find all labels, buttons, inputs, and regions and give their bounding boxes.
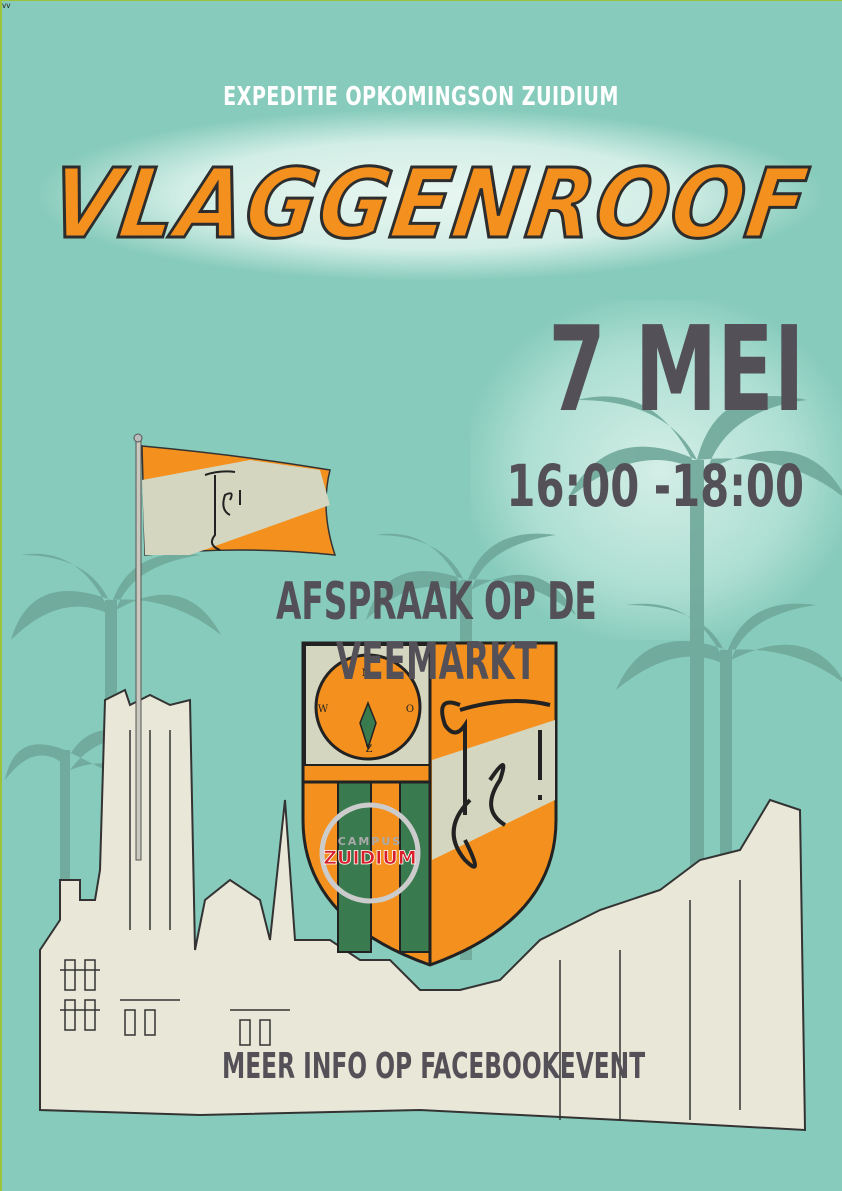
subtitle: EXPEDITIE OPKOMINGSON ZUIDIUM (223, 82, 619, 112)
meeting-point: AFSPRAAK OP DE VEEMARKT (276, 572, 597, 692)
corner-mark: vv (2, 1, 11, 10)
event-title: VLAGGENROOF (43, 147, 818, 262)
compass-south: Z (366, 744, 373, 755)
compass-west: W (318, 704, 329, 715)
logo-zuidium: ZUIDIUM (323, 847, 416, 869)
compass-east: O (406, 704, 414, 715)
flag-pole (135, 439, 142, 861)
event-date: 7 MEI (547, 300, 804, 438)
event-time: 16:00 -18:00 (506, 452, 804, 520)
more-info: MEER INFO OP FACEBOOKEVENT (222, 1046, 646, 1087)
